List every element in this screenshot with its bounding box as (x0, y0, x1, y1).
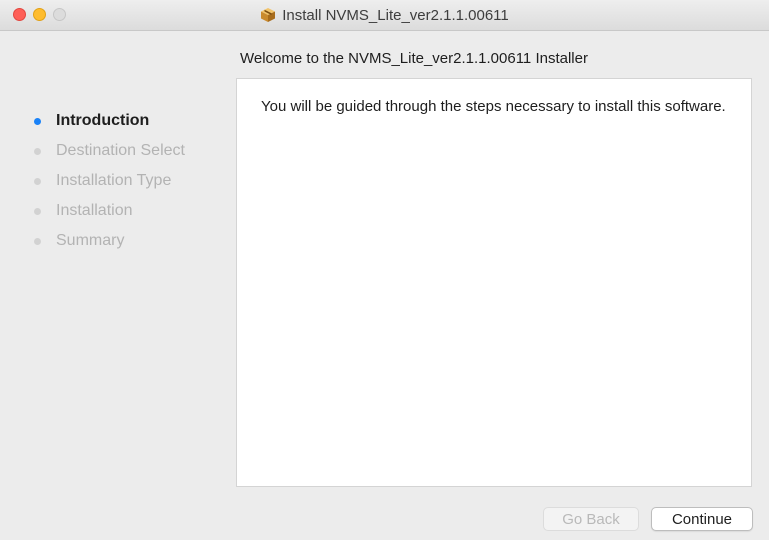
sidebar-step-introduction: Introduction (34, 106, 185, 136)
steps-sidebar: Introduction Destination Select Installa… (34, 106, 185, 256)
step-status-dot (34, 177, 41, 185)
sidebar-step-summary: Summary (34, 226, 185, 256)
sidebar-step-destination-select: Destination Select (34, 136, 185, 166)
sidebar-step-installation: Installation (34, 196, 185, 226)
content-pane[interactable]: You will be guided through the steps nec… (236, 78, 752, 487)
step-status-dot (34, 147, 41, 155)
step-label: Introduction (56, 112, 150, 129)
continue-button[interactable]: Continue (651, 507, 753, 531)
step-label: Destination Select (56, 142, 185, 159)
step-status-dot (34, 207, 41, 215)
window-title: Install NVMS_Lite_ver2.1.1.00611 (282, 6, 509, 24)
package-icon (261, 8, 276, 22)
intro-text: You will be guided through the steps nec… (261, 98, 726, 115)
sidebar-step-installation-type: Installation Type (34, 166, 185, 196)
title-bar[interactable]: Install NVMS_Lite_ver2.1.1.00611 (0, 0, 769, 31)
step-label: Summary (56, 232, 125, 249)
window-title-group: Install NVMS_Lite_ver2.1.1.00611 (0, 0, 769, 30)
step-status-dot (34, 117, 41, 125)
page-title: Welcome to the NVMS_Lite_ver2.1.1.00611 … (240, 50, 588, 67)
installer-window: Install NVMS_Lite_ver2.1.1.00611 Welcome… (0, 0, 769, 540)
step-status-dot (34, 237, 41, 245)
go-back-button[interactable]: Go Back (543, 507, 639, 531)
step-label: Installation Type (56, 172, 172, 189)
step-label: Installation (56, 202, 133, 219)
